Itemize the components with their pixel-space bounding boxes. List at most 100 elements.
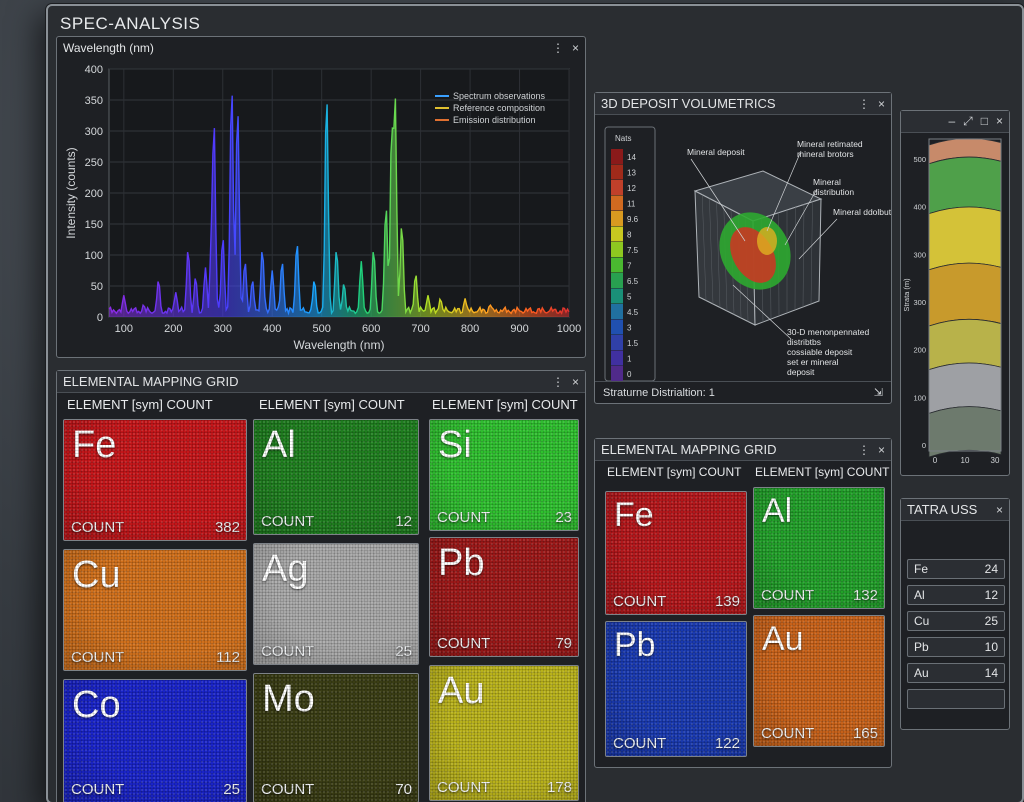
- table-cell-value: 24: [984, 562, 998, 576]
- minimize-icon[interactable]: –: [948, 114, 955, 129]
- elemental-grid-side-header: ELEMENTAL MAPPING GRID ⋮ ×: [595, 439, 891, 461]
- count-value: 79: [555, 635, 572, 652]
- color-scale-band: [611, 288, 623, 304]
- grid-main-tile-fe[interactable]: Fe COUNT 382: [63, 419, 247, 541]
- count-label: COUNT: [613, 593, 667, 610]
- close-icon[interactable]: ×: [878, 443, 885, 457]
- grid-main-tile-cu[interactable]: Cu COUNT 112: [63, 549, 247, 671]
- count-value: 132: [852, 587, 878, 604]
- more-options-icon[interactable]: ⋮: [858, 443, 870, 457]
- table-row[interactable]: Au 14: [907, 663, 1005, 683]
- color-scale-band: [611, 164, 623, 180]
- element-symbol: Al: [762, 492, 793, 530]
- count-label: COUNT: [761, 725, 815, 742]
- close-icon[interactable]: ×: [878, 97, 885, 111]
- strata-x-tick: 10: [961, 456, 970, 465]
- color-scale-label: 4.5: [627, 308, 639, 317]
- y-axis-label: Intensity (counts): [64, 147, 78, 238]
- color-scale-band: [611, 180, 623, 195]
- close-icon[interactable]: ×: [996, 114, 1003, 129]
- count-label: COUNT: [761, 587, 815, 604]
- restore-icon[interactable]: ⤢: [963, 114, 973, 129]
- element-symbol: Ag: [262, 548, 309, 590]
- color-scale-band: [611, 350, 623, 366]
- elemental-grid-main-panel: ELEMENTAL MAPPING GRID ⋮ × ELEMENT [sym]…: [56, 370, 586, 802]
- color-scale-band: [611, 366, 623, 381]
- table-cell-element: Pb: [914, 640, 929, 654]
- grid-main-tile-au[interactable]: Au COUNT 178: [429, 665, 579, 801]
- count-label: COUNT: [71, 649, 125, 666]
- deposit-footer: Straturne Distrialtion: 1 ⇲: [595, 381, 891, 403]
- table-cell-element: Al: [914, 588, 925, 602]
- strata-y-tick: 100: [913, 393, 926, 402]
- grid-side-tile-pb[interactable]: Pb COUNT 122: [605, 621, 747, 757]
- color-scale-label: 0: [627, 370, 632, 379]
- count-label: COUNT: [437, 635, 491, 652]
- table-cell-value: 14: [984, 666, 998, 680]
- color-scale-label: 7.5: [627, 246, 639, 255]
- strata-layer: [928, 406, 1002, 458]
- color-scale-label: 8: [627, 231, 632, 240]
- grid-main-tile-co[interactable]: Co COUNT 25: [63, 679, 247, 802]
- strata-layer: [928, 262, 1002, 327]
- strata-x-tick: 30: [991, 456, 1000, 465]
- column-header: ELEMENT [sym] COUNT: [67, 397, 213, 412]
- table-row-empty[interactable]: [907, 689, 1005, 709]
- grid-main-tile-pb[interactable]: Pb COUNT 79: [429, 537, 579, 657]
- x-tick-label: 700: [411, 323, 429, 335]
- color-scale-band: [611, 257, 623, 273]
- table-cell-element: Cu: [914, 614, 930, 628]
- x-tick-label: 300: [214, 323, 232, 335]
- table-row[interactable]: Al 12: [907, 585, 1005, 605]
- table-row[interactable]: Pb 10: [907, 637, 1005, 657]
- element-symbol: Au: [438, 670, 485, 712]
- annotation-label: Mineral ddolbution: [833, 207, 891, 217]
- mineral-body-highlight: [757, 227, 777, 255]
- annotation-label: distribtbs: [787, 337, 821, 347]
- grid-main-tile-al[interactable]: Al COUNT 12: [253, 419, 419, 535]
- table-row[interactable]: Fe 24: [907, 559, 1005, 579]
- x-tick-label: 900: [510, 323, 528, 335]
- color-scale-label: 9.6: [627, 215, 639, 224]
- strata-layer: [928, 156, 1002, 215]
- spectrum-chart: 0 50 100 150 200 250 300 350 400 100 200 300 400 500 6…: [64, 64, 581, 352]
- elemental-grid-main-header: ELEMENTAL MAPPING GRID ⋮ ×: [57, 371, 585, 393]
- x-tick-label: 1000: [557, 323, 581, 335]
- grid-main-tile-mo[interactable]: Mo COUNT 70: [253, 673, 419, 802]
- strata-y-tick: 0: [922, 441, 926, 450]
- more-options-icon[interactable]: ⋮: [552, 41, 564, 55]
- more-options-icon[interactable]: ⋮: [858, 97, 870, 111]
- table-row[interactable]: Cu 25: [907, 611, 1005, 631]
- close-icon[interactable]: ×: [996, 503, 1003, 517]
- close-icon[interactable]: ×: [572, 41, 579, 55]
- color-scale-band: [611, 242, 623, 257]
- grid-side-tile-al[interactable]: Al COUNT 132: [753, 487, 885, 609]
- expand-icon[interactable]: ⇲: [874, 386, 883, 399]
- grid-side-tile-au[interactable]: Au COUNT 165: [753, 615, 885, 747]
- strata-panel-header: – ⤢ □ ×: [901, 111, 1009, 133]
- elemental-grid-side-title: ELEMENTAL MAPPING GRID: [601, 442, 777, 457]
- count-value: 165: [852, 725, 878, 742]
- deposit-3d-view[interactable]: Nats 14 13 12 11 9.6 8 7.5 7 6.5 5 4.5 3 1.5 1 0 Mineral…: [595, 115, 891, 381]
- annotation-label: Mineral deposit: [687, 147, 745, 157]
- grid-side-tile-fe[interactable]: Fe COUNT 139: [605, 491, 747, 615]
- color-scale-label: 13: [627, 169, 636, 178]
- maximize-icon[interactable]: □: [981, 114, 988, 129]
- table-cell-element: Fe: [914, 562, 929, 576]
- grid-main-tile-ag[interactable]: Ag COUNT 25: [253, 543, 419, 665]
- x-tick-label: 400: [263, 323, 281, 335]
- grid-main-tile-si[interactable]: Si COUNT 23: [429, 419, 579, 531]
- element-symbol: Au: [762, 620, 804, 658]
- more-options-icon[interactable]: ⋮: [552, 375, 564, 389]
- deposit-volumetrics-panel: 3D DEPOSIT VOLUMETRICS ⋮ × Nats 14 13 12 11 9…: [594, 92, 892, 404]
- color-scale-band: [611, 335, 623, 350]
- count-value: 382: [214, 519, 240, 536]
- strata-layer: [928, 318, 1002, 371]
- count-label: COUNT: [261, 643, 315, 660]
- close-icon[interactable]: ×: [572, 375, 579, 389]
- y-tick-label: 350: [85, 95, 103, 107]
- strata-layer: [928, 362, 1002, 414]
- color-scale-band: [611, 226, 623, 242]
- y-tick-label: 0: [97, 312, 103, 324]
- legend-label: Emission distribution: [453, 115, 536, 125]
